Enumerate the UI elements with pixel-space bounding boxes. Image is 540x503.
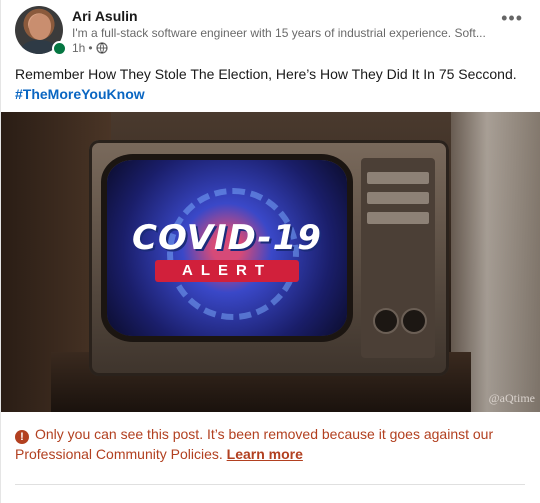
presence-indicator	[52, 41, 67, 56]
divider	[15, 484, 525, 485]
author-name[interactable]: Ari Asulin	[72, 8, 138, 24]
tv-button-row	[367, 212, 429, 224]
video-watermark: @aQtime	[488, 391, 535, 405]
warning-icon: !	[15, 430, 29, 444]
post-time: 1h	[72, 41, 86, 55]
post-body: Remember How They Stole The Election, He…	[15, 66, 517, 82]
avatar-face	[29, 14, 51, 40]
tv-button-row	[367, 172, 429, 184]
post-video[interactable]: COVID-19 ALERT @aQtime	[1, 112, 540, 412]
post-meta: 1h •	[72, 41, 108, 55]
learn-more-link[interactable]: Learn more	[227, 446, 303, 462]
tv-knob	[401, 308, 427, 334]
more-options-icon[interactable]: •••	[501, 8, 523, 29]
hashtag-link[interactable]: #TheMoreYouKnow	[15, 84, 531, 104]
meta-separator: •	[88, 41, 93, 55]
covid-headline: COVID-19	[132, 218, 322, 258]
post-text: Remember How They Stole The Election, He…	[15, 64, 531, 104]
tv-illustration: COVID-19 ALERT	[89, 140, 449, 376]
feed-post: Ari Asulin I'm a full-stack software eng…	[0, 0, 540, 503]
post-header: Ari Asulin I'm a full-stack software eng…	[15, 6, 531, 56]
tv-knob	[373, 308, 399, 334]
alert-badge: ALERT	[155, 260, 299, 282]
removal-notice: ! Only you can see this post. It’s been r…	[15, 424, 525, 464]
tv-screen: COVID-19 ALERT	[107, 160, 347, 336]
author-headline: I'm a full-stack software engineer with …	[72, 26, 486, 40]
tv-control-panel	[361, 158, 435, 358]
tv-button-row	[367, 192, 429, 204]
globe-icon	[95, 42, 108, 54]
